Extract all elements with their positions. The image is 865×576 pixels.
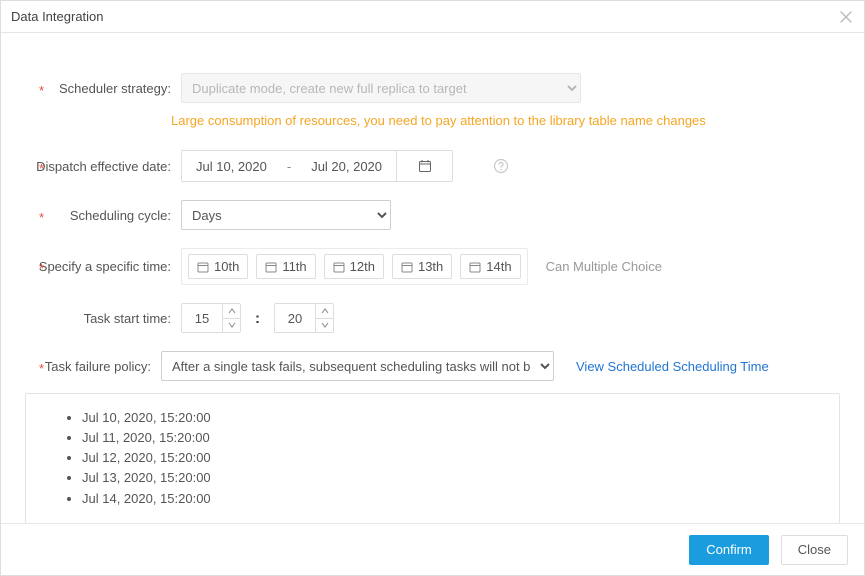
- date-from: Jul 10, 2020: [182, 151, 281, 181]
- list-item: Jul 12, 2020, 15:20:00: [82, 448, 839, 468]
- day-chip[interactable]: 13th: [392, 254, 452, 279]
- dialog-title: Data Integration: [11, 9, 104, 24]
- date-to: Jul 20, 2020: [297, 151, 396, 181]
- scheduler-strategy-select[interactable]: Duplicate mode, create new full replica …: [181, 73, 581, 103]
- dialog-titlebar: Data Integration: [1, 1, 864, 33]
- specific-time-label: Specify a specific time:: [39, 259, 171, 274]
- help-icon[interactable]: [493, 158, 509, 174]
- list-item: Jul 10, 2020, 15:20:00: [82, 408, 839, 428]
- chevron-down-icon[interactable]: [223, 319, 240, 333]
- cycle-select[interactable]: Days: [181, 200, 391, 230]
- day-chip[interactable]: 11th: [256, 254, 315, 279]
- day-chip-label: 13th: [418, 259, 443, 274]
- day-chip-label: 12th: [350, 259, 375, 274]
- close-button[interactable]: Close: [781, 535, 848, 565]
- day-chip-group: 10th 11th 12th 13th 14th: [181, 248, 528, 285]
- dispatch-date-label: Dispatch effective date:: [36, 159, 171, 174]
- list-item: Jul 14, 2020, 15:20:00: [82, 489, 839, 509]
- list-item: Jul 11, 2020, 15:20:00: [82, 428, 839, 448]
- chevron-down-icon[interactable]: [316, 319, 333, 333]
- dialog-body: * Scheduler strategy: Duplicate mode, cr…: [1, 33, 864, 534]
- scheduler-strategy-label: Scheduler strategy:: [59, 81, 171, 96]
- close-icon[interactable]: [838, 9, 854, 25]
- day-chip[interactable]: 10th: [188, 254, 248, 279]
- cycle-label: Scheduling cycle:: [70, 208, 171, 223]
- time-colon: :: [255, 310, 260, 327]
- start-time-label: Task start time:: [84, 311, 171, 326]
- calendar-small-icon: [197, 261, 209, 273]
- day-chip[interactable]: 14th: [460, 254, 520, 279]
- failure-policy-select[interactable]: After a single task fails, subsequent sc…: [161, 351, 554, 381]
- calendar-icon[interactable]: [396, 151, 452, 181]
- day-chip-label: 11th: [282, 259, 306, 274]
- scheduled-times-box: Jul 10, 2020, 15:20:00 Jul 11, 2020, 15:…: [25, 393, 840, 524]
- list-item: Jul 13, 2020, 15:20:00: [82, 468, 839, 488]
- confirm-button[interactable]: Confirm: [689, 535, 769, 565]
- multiple-choice-hint: Can Multiple Choice: [546, 259, 662, 274]
- calendar-small-icon: [265, 261, 277, 273]
- chevron-up-icon[interactable]: [316, 304, 333, 319]
- hour-input[interactable]: [182, 304, 222, 332]
- hour-stepper[interactable]: [181, 303, 241, 333]
- chevron-up-icon[interactable]: [223, 304, 240, 319]
- minute-input[interactable]: [275, 304, 315, 332]
- minute-stepper[interactable]: [274, 303, 334, 333]
- view-schedule-link[interactable]: View Scheduled Scheduling Time: [576, 359, 769, 374]
- dialog-footer: Confirm Close: [1, 523, 864, 575]
- calendar-small-icon: [469, 261, 481, 273]
- failure-policy-label: Task failure policy:: [45, 359, 151, 374]
- day-chip[interactable]: 12th: [324, 254, 384, 279]
- warning-text: Large consumption of resources, you need…: [171, 113, 844, 128]
- date-range-picker[interactable]: Jul 10, 2020 - Jul 20, 2020: [181, 150, 453, 182]
- date-dash: -: [281, 151, 297, 181]
- day-chip-label: 14th: [486, 259, 511, 274]
- calendar-small-icon: [333, 261, 345, 273]
- calendar-small-icon: [401, 261, 413, 273]
- day-chip-label: 10th: [214, 259, 239, 274]
